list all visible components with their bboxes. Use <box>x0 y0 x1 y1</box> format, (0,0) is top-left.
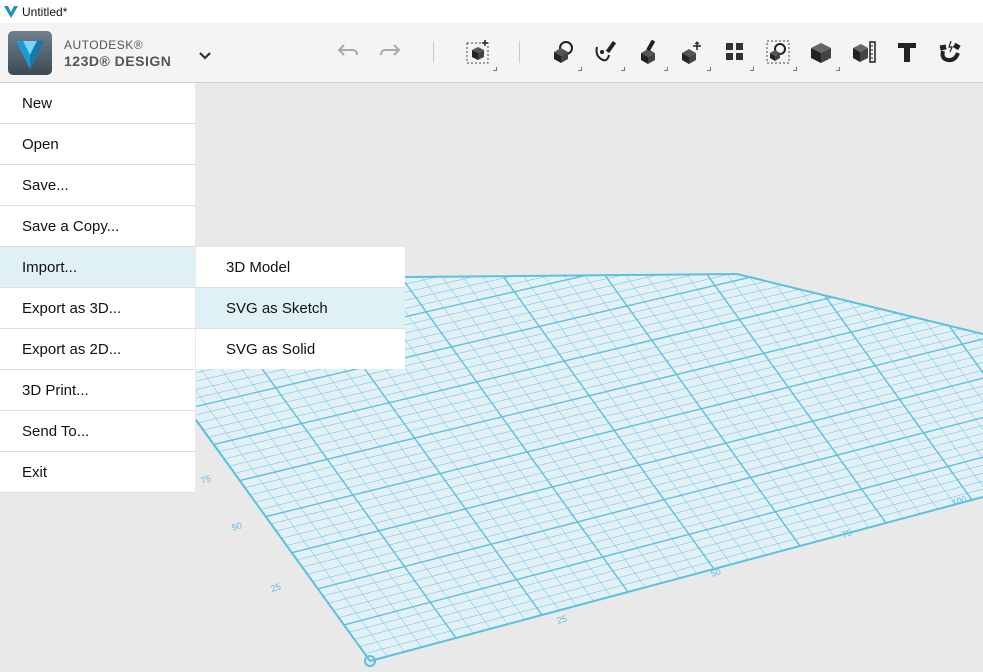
submenu-item-svg-solid[interactable]: SVG as Solid <box>196 329 405 369</box>
app-logo <box>8 31 52 75</box>
file-menu: New Open Save... Save a Copy... Import..… <box>0 83 195 493</box>
menu-item-3d-print[interactable]: 3D Print... <box>0 370 195 411</box>
pattern-icon[interactable] <box>720 37 754 71</box>
menu-item-new[interactable]: New <box>0 83 195 124</box>
grid-label-left-75: 75 <box>200 473 213 486</box>
brand-name: AUTODESK® <box>64 38 144 52</box>
menu-item-export-2d[interactable]: Export as 2D... <box>0 329 195 370</box>
menu-item-import[interactable]: Import... <box>0 247 195 288</box>
menu-item-save[interactable]: Save... <box>0 165 195 206</box>
combine-icon[interactable] <box>806 37 840 71</box>
modify-icon[interactable] <box>634 37 668 71</box>
menu-item-save-copy[interactable]: Save a Copy... <box>0 206 195 247</box>
submenu-item-3d-model[interactable]: 3D Model <box>196 247 405 288</box>
title-bar: Untitled* <box>0 0 983 23</box>
menu-item-send-to[interactable]: Send To... <box>0 411 195 452</box>
toolbar-divider <box>433 41 434 63</box>
primitives-box-icon[interactable] <box>463 37 497 71</box>
app-logo-icon <box>4 5 18 19</box>
submenu-item-svg-sketch[interactable]: SVG as Sketch <box>196 288 405 329</box>
toolbar-divider <box>519 41 520 63</box>
window-title: Untitled* <box>22 4 68 19</box>
group-icon[interactable] <box>763 37 797 71</box>
import-submenu: 3D Model SVG as Sketch SVG as Solid <box>196 247 405 369</box>
menu-item-export-3d[interactable]: Export as 3D... <box>0 288 195 329</box>
transform-icon[interactable] <box>677 37 711 71</box>
grid-label-bottom-25: 25 <box>556 613 569 626</box>
main-toolbar: AUTODESK® 123D® DESIGN <box>0 23 983 83</box>
product-name: 123D® DESIGN <box>64 53 172 69</box>
construct-icon[interactable] <box>591 37 625 71</box>
text-icon[interactable] <box>892 37 922 67</box>
snap-icon[interactable] <box>935 37 965 67</box>
undo-icon[interactable] <box>333 37 363 67</box>
menu-item-open[interactable]: Open <box>0 124 195 165</box>
grid-label-left-50: 50 <box>231 520 244 533</box>
menu-item-exit[interactable]: Exit <box>0 452 195 493</box>
measure-icon[interactable] <box>849 37 879 67</box>
sketch-icon[interactable] <box>548 37 582 71</box>
main-menu-chevron-icon[interactable] <box>196 49 214 63</box>
redo-icon[interactable] <box>375 37 405 67</box>
grid-label-left-25: 25 <box>270 581 283 594</box>
